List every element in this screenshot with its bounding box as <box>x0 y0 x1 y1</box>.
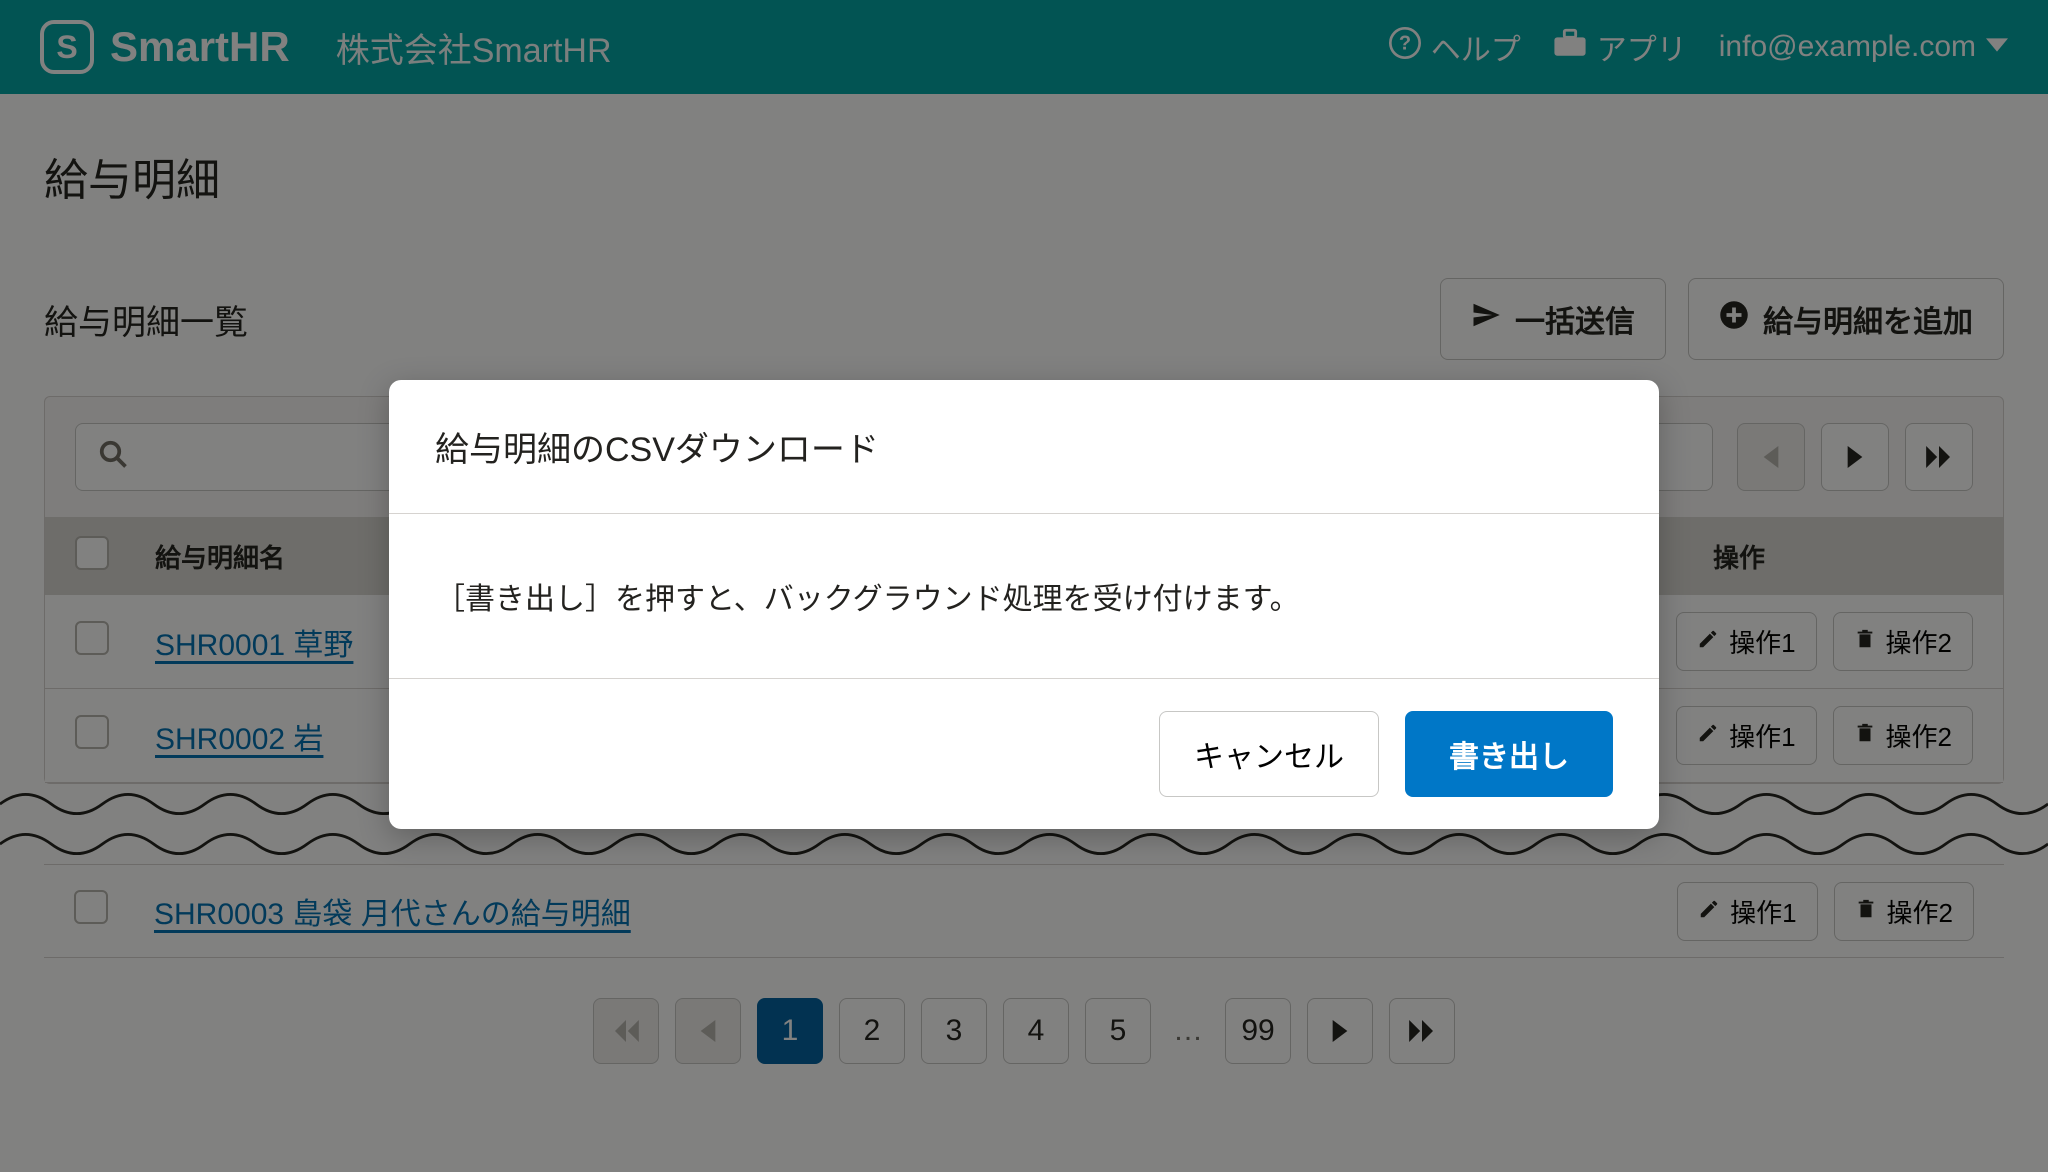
csv-download-dialog: 給与明細のCSVダウンロード ［書き出し］を押すと、バックグラウンド処理を受け付… <box>389 380 1659 829</box>
export-button[interactable]: 書き出し <box>1405 711 1613 797</box>
cancel-button[interactable]: キャンセル <box>1159 711 1379 797</box>
dialog-title: 給与明細のCSVダウンロード <box>389 380 1659 514</box>
modal-overlay[interactable]: 給与明細のCSVダウンロード ［書き出し］を押すと、バックグラウンド処理を受け付… <box>0 0 2048 1172</box>
dialog-footer: キャンセル 書き出し <box>389 679 1659 829</box>
dialog-message: ［書き出し］を押すと、バックグラウンド処理を受け付けます。 <box>389 514 1659 679</box>
